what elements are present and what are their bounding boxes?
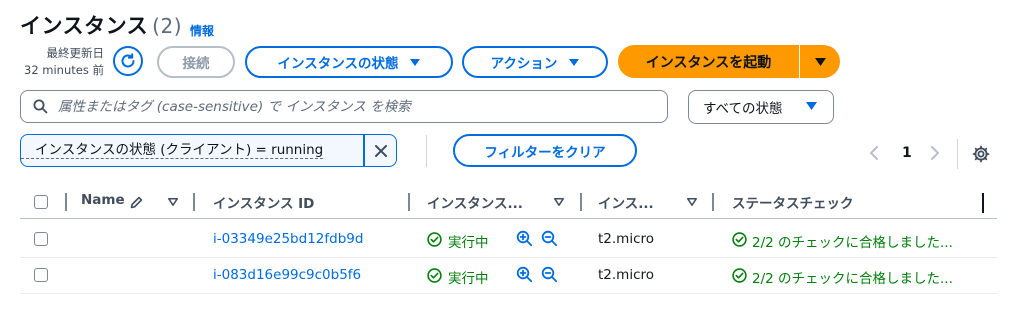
status-check-value: 2/2 のチェックに合格しました...	[752, 235, 953, 251]
filter-token[interactable]: インスタンスの状態 (クライアント) = running	[20, 134, 397, 167]
zoom-in-icon[interactable]	[516, 266, 533, 283]
remove-filter-button[interactable]	[365, 135, 396, 166]
success-circle-icon	[427, 268, 442, 283]
sort-icon[interactable]	[687, 198, 697, 206]
caret-down-icon	[814, 57, 826, 66]
actions-dropdown[interactable]: アクション	[462, 46, 608, 78]
refresh-icon	[121, 53, 135, 68]
row-divider	[20, 257, 997, 258]
zoom-out-icon[interactable]	[541, 230, 558, 247]
state-filter-select[interactable]: すべての状態	[688, 90, 834, 124]
row-checkbox[interactable]	[34, 232, 48, 246]
instance-type-value: t2.micro	[598, 267, 655, 283]
column-header-instance-id-label: インスタンス ID	[213, 196, 315, 212]
edit-pencil-icon	[130, 196, 143, 209]
filter-divider	[426, 135, 427, 167]
gear-icon[interactable]	[972, 145, 990, 163]
launch-instance-label: インスタンスを起動	[645, 54, 772, 71]
success-circle-icon	[732, 268, 747, 283]
last-updated-label: 最終更新日	[46, 46, 105, 60]
select-all-checkbox[interactable]	[34, 195, 48, 209]
page-number[interactable]: 1	[902, 145, 912, 161]
instance-state-label: インスタンスの状態	[277, 56, 399, 72]
status-check-value: 2/2 のチェックに合格しました...	[752, 271, 953, 287]
instance-id-link[interactable]: i-03349e25bd12fdb9d	[213, 231, 363, 247]
sort-icon[interactable]	[168, 198, 178, 206]
search-input[interactable]	[56, 97, 650, 116]
row-divider	[20, 293, 997, 294]
instance-state-value: 実行中	[448, 235, 489, 251]
column-header-instance-id[interactable]: インスタンス ID	[213, 192, 314, 212]
column-divider	[712, 193, 714, 211]
actions-label: アクション	[490, 56, 558, 72]
clear-filters-label: フィルターをクリア	[484, 144, 606, 161]
caret-down-icon	[410, 58, 421, 66]
column-header-status-check[interactable]: ステータスチェック	[732, 192, 854, 212]
column-header-name[interactable]: Name	[81, 192, 125, 208]
column-divider	[65, 193, 67, 211]
success-circle-icon	[427, 232, 442, 247]
instance-type-value: t2.micro	[598, 231, 655, 247]
chevron-right-icon[interactable]	[929, 145, 941, 161]
column-header-name-label: Name	[81, 192, 125, 208]
column-divider	[193, 193, 195, 211]
search-box[interactable]	[20, 90, 668, 123]
column-header-instance-state-label: インスタンス...	[427, 196, 523, 212]
zoom-in-icon[interactable]	[516, 230, 533, 247]
sort-icon[interactable]	[554, 198, 564, 206]
close-icon	[374, 144, 387, 157]
instance-id-link[interactable]: i-083d16e99c9c0b5f6	[213, 267, 361, 283]
column-divider	[408, 193, 410, 211]
instance-state-dropdown[interactable]: インスタンスの状態	[245, 46, 453, 78]
search-icon	[33, 99, 48, 114]
caret-down-icon	[569, 58, 580, 66]
refresh-button[interactable]	[113, 46, 143, 76]
last-updated: 最終更新日 32 minutes 前	[14, 45, 104, 79]
table-header-divider	[20, 218, 997, 219]
clear-filters-button[interactable]: フィルターをクリア	[453, 134, 637, 167]
column-header-status-check-label: ステータスチェック	[732, 196, 854, 212]
page-title-text: インスタンス	[20, 14, 149, 38]
state-filter-value: すべての状態	[703, 101, 783, 117]
column-resize-handle[interactable]	[982, 193, 984, 213]
launch-options-dropdown[interactable]	[800, 45, 840, 78]
column-divider	[580, 193, 582, 211]
column-header-instance-type-label: インス...	[598, 196, 654, 212]
pagination-divider	[957, 139, 958, 169]
last-updated-value: 32 minutes 前	[24, 63, 104, 77]
info-link[interactable]: 情報	[190, 22, 214, 39]
row-checkbox[interactable]	[34, 268, 48, 282]
filter-token-label[interactable]: インスタンスの状態 (クライアント) = running	[21, 142, 324, 159]
column-header-instance-state[interactable]: インスタンス...	[427, 192, 523, 212]
chevron-left-icon[interactable]	[868, 145, 880, 161]
launch-instance-button[interactable]: インスタンスを起動	[618, 45, 799, 78]
connect-button-label: 接続	[182, 56, 210, 72]
instance-state-value: 実行中	[448, 271, 489, 287]
connect-button[interactable]: 接続	[157, 46, 235, 78]
zoom-out-icon[interactable]	[541, 266, 558, 283]
page-title: インスタンス (2)	[20, 10, 182, 40]
column-header-instance-type[interactable]: インス...	[598, 192, 654, 212]
success-circle-icon	[732, 232, 747, 247]
instance-count: (2)	[152, 14, 183, 38]
caret-down-icon	[806, 102, 817, 110]
